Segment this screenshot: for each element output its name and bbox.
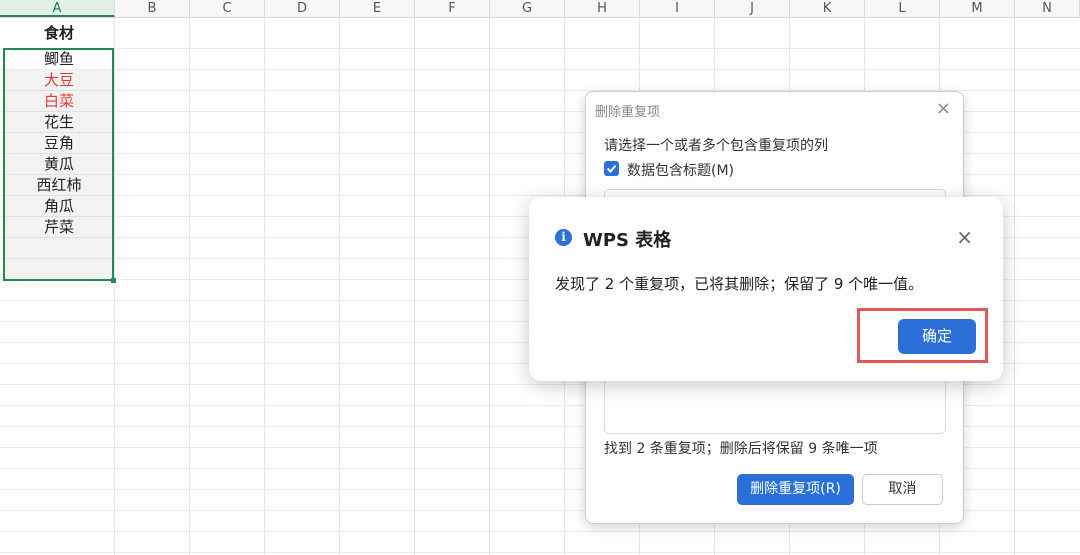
message-text: 发现了 2 个重复项，已将其删除；保留了 9 个唯一值。 (555, 275, 924, 293)
column-header-b[interactable]: B (115, 0, 190, 17)
dialog-instruction: 请选择一个或者多个包含重复项的列 (604, 138, 828, 154)
message-title: WPS 表格 (583, 230, 672, 251)
column-header-j[interactable]: J (715, 0, 790, 17)
column-header-i[interactable]: I (640, 0, 715, 17)
column-header-l[interactable]: L (865, 0, 940, 17)
grid-line (189, 17, 190, 555)
column-header-m[interactable]: M (940, 0, 1015, 17)
header-checkbox[interactable] (604, 161, 619, 176)
grid-line (264, 17, 265, 555)
column-header-a[interactable]: A (0, 0, 115, 17)
grid-line (0, 48, 1080, 49)
fill-handle[interactable] (111, 278, 116, 283)
selection-range (3, 48, 114, 281)
close-icon[interactable]: × (956, 225, 973, 249)
column-header-c[interactable]: C (190, 0, 265, 17)
cell-a1[interactable]: 食材 (4, 18, 114, 48)
ok-button[interactable]: 确定 (898, 319, 976, 354)
grid-line (114, 17, 115, 555)
column-header-bar: A B C D E F G H I J K L M N (0, 0, 1080, 18)
grid-line (1014, 17, 1015, 555)
checkbox-label[interactable]: 数据包含标题(M) (627, 160, 734, 180)
info-icon: i (555, 229, 572, 246)
dialog-title: 删除重复项 (595, 105, 661, 120)
wps-message-box: i WPS 表格 × 发现了 2 个重复项，已将其删除；保留了 9 个唯一值。 … (529, 197, 1003, 381)
column-header-h[interactable]: H (565, 0, 640, 17)
grid-line (489, 17, 490, 555)
column-header-k[interactable]: K (790, 0, 865, 17)
column-header-e[interactable]: E (340, 0, 415, 17)
column-header-f[interactable]: F (415, 0, 490, 17)
grid-line (0, 531, 1080, 532)
check-icon (606, 164, 617, 173)
found-summary: 找到 2 条重复项；删除后将保留 9 条唯一项 (604, 441, 878, 457)
column-header-n[interactable]: N (1015, 0, 1080, 17)
close-icon[interactable]: × (936, 98, 951, 119)
cancel-button[interactable]: 取消 (862, 474, 943, 505)
grid-line (0, 552, 1080, 553)
grid-line (414, 17, 415, 555)
column-header-g[interactable]: G (490, 0, 565, 17)
remove-duplicates-button[interactable]: 删除重复项(R) (737, 474, 854, 505)
column-header-d[interactable]: D (265, 0, 340, 17)
grid-line (0, 69, 1080, 70)
grid-line (339, 17, 340, 555)
